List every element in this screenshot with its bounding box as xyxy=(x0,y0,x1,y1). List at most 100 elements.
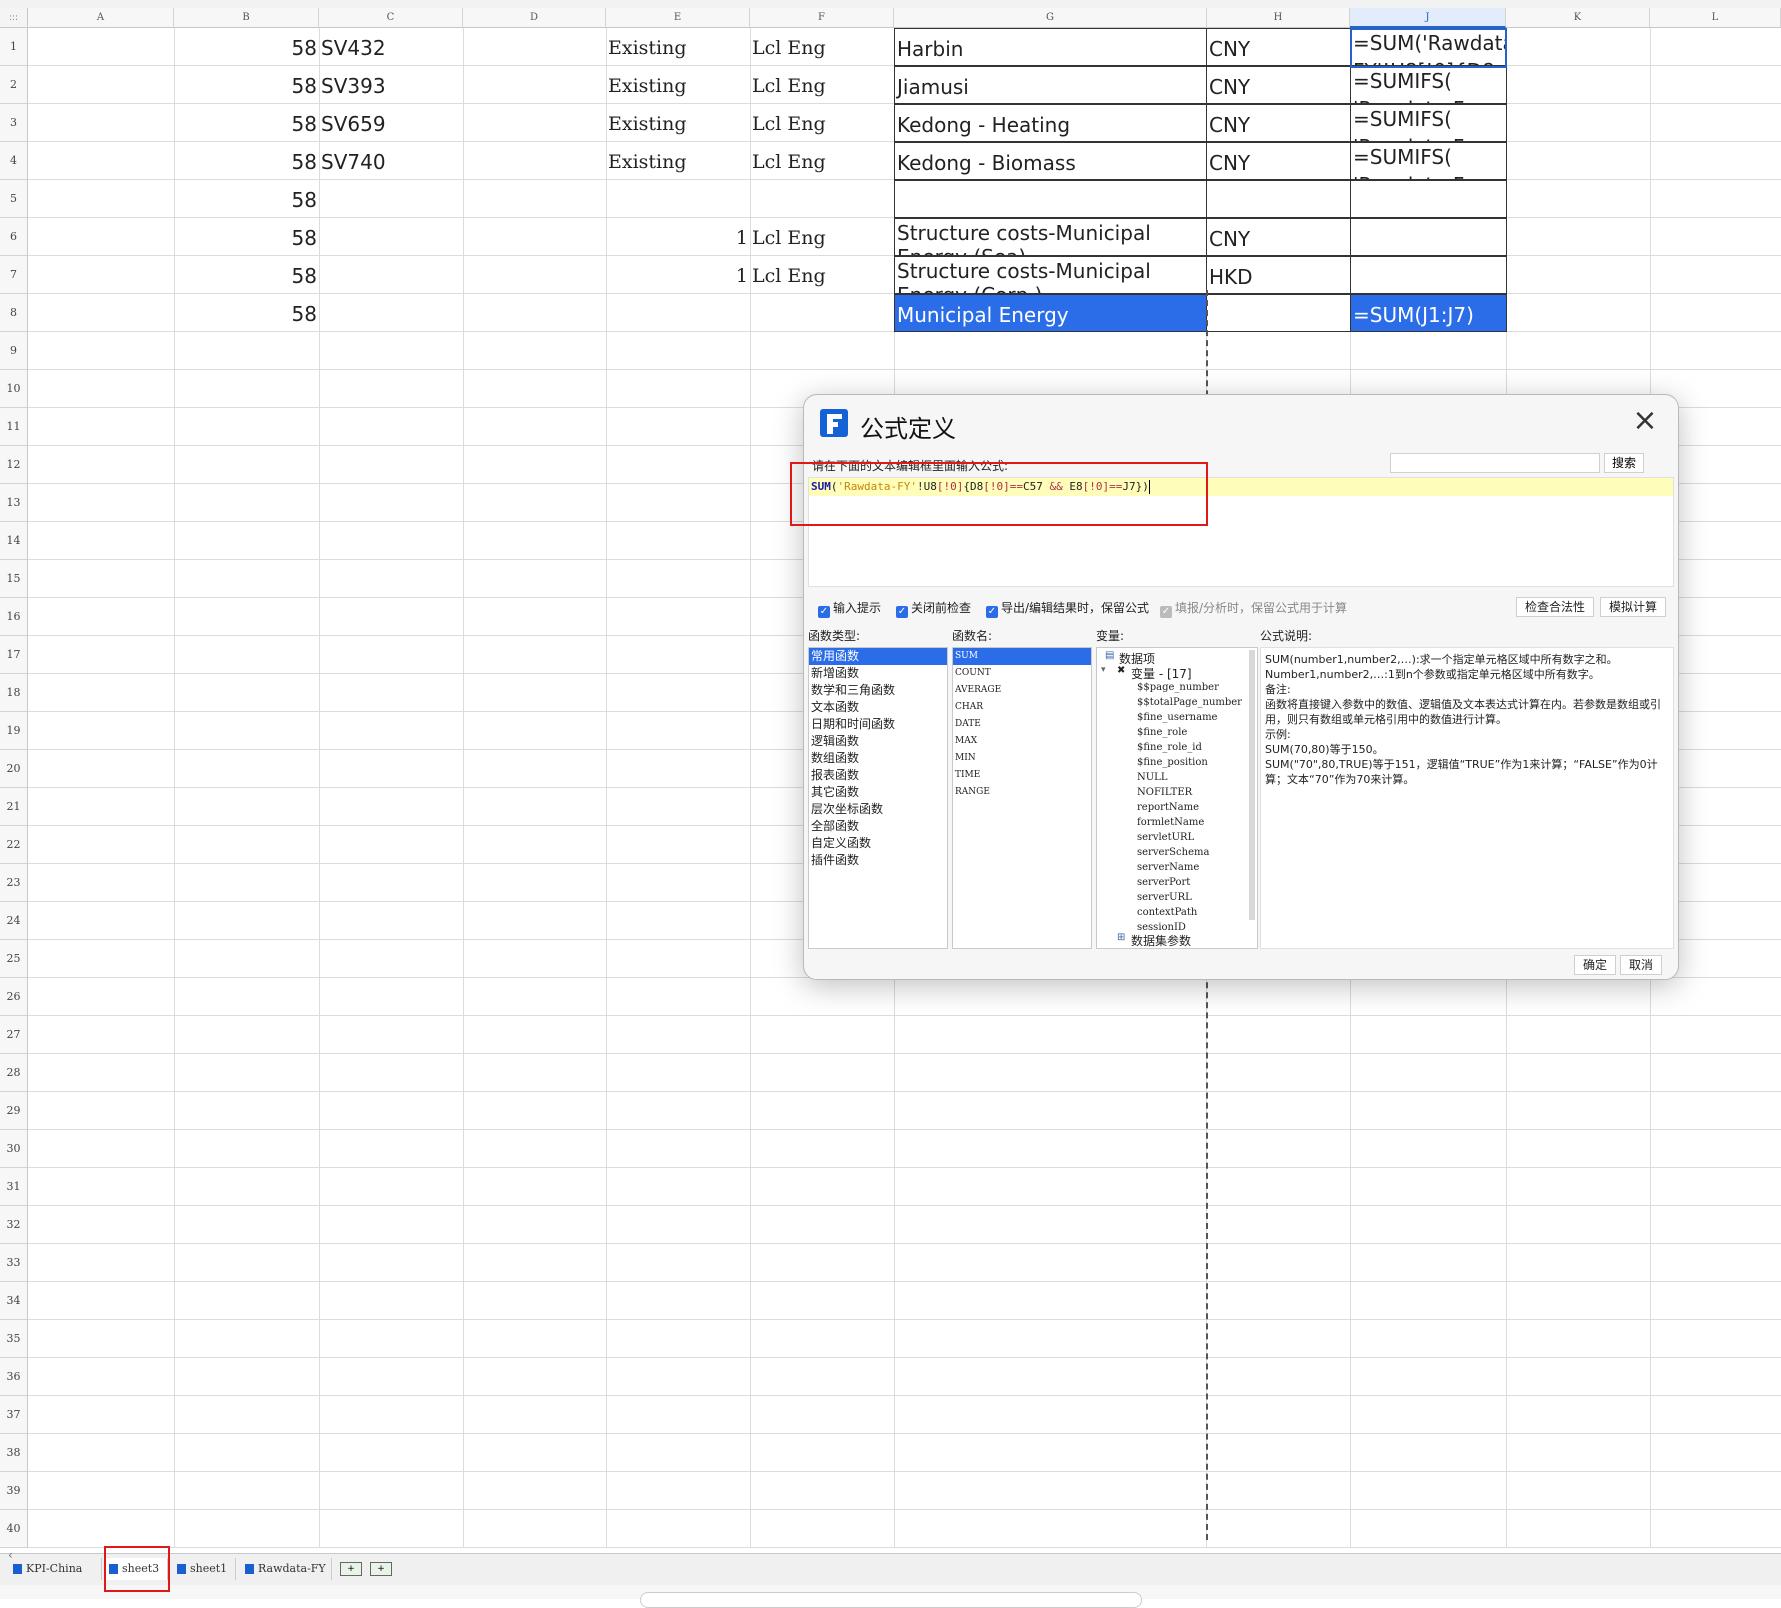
check-validity-button[interactable]: 检查合法性 xyxy=(1516,597,1594,617)
row-header-6[interactable]: 6 xyxy=(0,218,28,256)
function-name-item[interactable]: CHAR xyxy=(953,699,1091,716)
cell-b2[interactable]: 58 xyxy=(174,66,319,104)
variable-item[interactable]: NOFILTER xyxy=(1137,787,1192,798)
cell-c3[interactable]: SV659 xyxy=(319,104,463,142)
function-type-item[interactable]: 层次坐标函数 xyxy=(809,801,947,818)
col-header-k[interactable]: K xyxy=(1506,8,1650,28)
cancel-button[interactable]: 取消 xyxy=(1620,955,1662,975)
col-header-b[interactable]: B xyxy=(174,8,319,28)
row-header-31[interactable]: 31 xyxy=(0,1168,28,1206)
variable-item[interactable]: serverURL xyxy=(1137,892,1192,903)
function-name-item[interactable]: MAX xyxy=(953,733,1091,750)
col-header-c[interactable]: C xyxy=(319,8,463,28)
checkbox-check-before-close[interactable]: ✓ 关闭前检查 xyxy=(896,601,971,618)
add-sheet-icon[interactable]: + xyxy=(340,1562,362,1576)
cell-c2[interactable]: SV393 xyxy=(319,66,463,104)
variable-item[interactable]: $$page_number xyxy=(1137,682,1219,693)
close-icon[interactable]: × xyxy=(1630,406,1660,437)
cell-j7[interactable] xyxy=(1350,256,1507,294)
cell-h5[interactable] xyxy=(1206,180,1351,218)
row-header-21[interactable]: 21 xyxy=(0,788,28,826)
search-input[interactable] xyxy=(1390,453,1600,473)
variable-item[interactable]: serverSchema xyxy=(1137,847,1209,858)
col-header-a[interactable]: A xyxy=(28,8,174,28)
row-header-12[interactable]: 12 xyxy=(0,446,28,484)
row-header-23[interactable]: 23 xyxy=(0,864,28,902)
cell-b4[interactable]: 58 xyxy=(174,142,319,180)
row-header-15[interactable]: 15 xyxy=(0,560,28,598)
function-name-item[interactable]: RANGE xyxy=(953,784,1091,801)
select-all-corner[interactable]: ::: xyxy=(0,8,28,28)
sheet-tab-sheet1[interactable]: sheet1 xyxy=(172,1558,236,1580)
row-header-29[interactable]: 29 xyxy=(0,1092,28,1130)
function-types-list[interactable]: 常用函数 新增函数 数学和三角函数 文本函数 日期和时间函数 逻辑函数 数组函数 报表函数 其它… xyxy=(808,647,948,949)
cell-g7[interactable]: Structure costs-Municipal Energy (Corp.) xyxy=(894,256,1207,294)
function-name-item[interactable]: COUNT xyxy=(953,665,1091,682)
col-header-h[interactable]: H xyxy=(1207,8,1350,28)
row-header-38[interactable]: 38 xyxy=(0,1434,28,1472)
cell-e1[interactable]: Existing xyxy=(606,28,750,66)
function-type-item[interactable]: 其它函数 xyxy=(809,784,947,801)
cell-h6[interactable]: CNY xyxy=(1206,218,1351,256)
variables-tree[interactable]: 数据项 ▤ ▾ ✖ 变量 - [17] ⊞ 数据集参数 $$page_numbe… xyxy=(1096,647,1258,949)
tree-item-variables[interactable]: 变量 - [17] xyxy=(1131,665,1192,682)
row-header-18[interactable]: 18 xyxy=(0,674,28,712)
function-name-item[interactable]: SUM xyxy=(953,648,1091,665)
variable-item[interactable]: serverName xyxy=(1137,862,1199,873)
cell-j8[interactable]: =SUM(J1:J7) xyxy=(1350,294,1507,332)
row-header-13[interactable]: 13 xyxy=(0,484,28,522)
variable-item[interactable]: $fine_role_id xyxy=(1137,742,1202,753)
row-header-1[interactable]: 1 xyxy=(0,28,28,66)
variable-item[interactable]: $fine_role xyxy=(1137,727,1187,738)
variable-item[interactable]: reportName xyxy=(1137,802,1199,813)
cell-g2[interactable]: Jiamusi xyxy=(894,66,1207,104)
sheet-tab-rawdata-fy[interactable]: Rawdata-FY xyxy=(240,1558,332,1580)
cell-b1[interactable]: 58 xyxy=(174,28,319,66)
tree-item-dataset-params[interactable]: 数据集参数 xyxy=(1131,932,1191,948)
cell-g8[interactable]: Municipal Energy xyxy=(894,294,1207,332)
cell-g3[interactable]: Kedong - Heating xyxy=(894,104,1207,142)
cell-e6[interactable]: 1 xyxy=(606,218,750,256)
cell-h2[interactable]: CNY xyxy=(1206,66,1351,104)
variable-item[interactable]: NULL xyxy=(1137,772,1167,783)
sheet-tab-kpi-china[interactable]: KPI-China xyxy=(8,1558,102,1580)
row-header-28[interactable]: 28 xyxy=(0,1054,28,1092)
row-header-5[interactable]: 5 xyxy=(0,180,28,218)
cell-c4[interactable]: SV740 xyxy=(319,142,463,180)
cell-b8[interactable]: 58 xyxy=(174,294,319,332)
horizontal-scrollbar[interactable] xyxy=(640,1592,1142,1608)
row-header-27[interactable]: 27 xyxy=(0,1016,28,1054)
cell-f3[interactable]: Lcl Eng xyxy=(750,104,894,142)
row-header-17[interactable]: 17 xyxy=(0,636,28,674)
cell-f4[interactable]: Lcl Eng xyxy=(750,142,894,180)
row-header-7[interactable]: 7 xyxy=(0,256,28,294)
function-name-item[interactable]: DATE xyxy=(953,716,1091,733)
function-type-item[interactable]: 报表函数 xyxy=(809,767,947,784)
cell-h8[interactable] xyxy=(1206,294,1351,332)
row-header-8[interactable]: 8 xyxy=(0,294,28,332)
row-header-22[interactable]: 22 xyxy=(0,826,28,864)
row-header-35[interactable]: 35 xyxy=(0,1320,28,1358)
cell-h4[interactable]: CNY xyxy=(1206,142,1351,180)
cell-f2[interactable]: Lcl Eng xyxy=(750,66,894,104)
row-header-26[interactable]: 26 xyxy=(0,978,28,1016)
function-type-item[interactable]: 数组函数 xyxy=(809,750,947,767)
cell-j3[interactable]: =SUMIFS( 'Rawdata-F xyxy=(1350,104,1507,142)
row-header-20[interactable]: 20 xyxy=(0,750,28,788)
cell-e4[interactable]: Existing xyxy=(606,142,750,180)
col-header-g[interactable]: G xyxy=(894,8,1207,28)
variable-item[interactable]: $$totalPage_number xyxy=(1137,697,1242,708)
col-header-e[interactable]: E xyxy=(606,8,750,28)
cell-f6[interactable]: Lcl Eng xyxy=(750,218,894,256)
variable-item[interactable]: formletName xyxy=(1137,817,1204,828)
row-header-34[interactable]: 34 xyxy=(0,1282,28,1320)
col-header-j[interactable]: J xyxy=(1350,8,1506,28)
function-type-item[interactable]: 文本函数 xyxy=(809,699,947,716)
row-header-24[interactable]: 24 xyxy=(0,902,28,940)
variables-scrollbar[interactable] xyxy=(1249,650,1255,920)
cell-g6[interactable]: Structure costs-Municipal Energy (Sea) xyxy=(894,218,1207,256)
cell-f7[interactable]: Lcl Eng xyxy=(750,256,894,294)
cell-e7[interactable]: 1 xyxy=(606,256,750,294)
function-type-item[interactable]: 常用函数 xyxy=(809,648,947,665)
cell-c1[interactable]: SV432 xyxy=(319,28,463,66)
